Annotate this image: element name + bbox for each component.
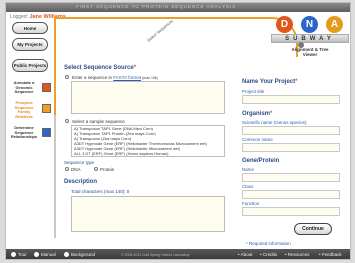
- logo-letter-n: N: [301, 16, 318, 33]
- enter-sequence-radio[interactable]: [65, 75, 69, 79]
- resources-link[interactable]: • Resources: [285, 252, 309, 257]
- common-name-label: Common name: [242, 137, 273, 142]
- track-line-vertical: [54, 17, 56, 117]
- about-link[interactable]: • About: [238, 252, 252, 257]
- sample-sequence-label: Select a sample sequence: [72, 118, 125, 124]
- class-input[interactable]: [242, 190, 340, 199]
- home-button[interactable]: Home: [12, 22, 48, 34]
- list-item[interactable]: ALL 3 DT (ERF) Gene (ERF) (Homo sapiens …: [72, 151, 224, 156]
- step-prospect[interactable]: Prospect Sequence Family Relatives: [9, 100, 39, 119]
- copyright-text: © 2003-2011 Cold Spring Harbor Laborator…: [121, 252, 190, 257]
- sequence-textarea[interactable]: [71, 81, 225, 114]
- sample-sequence-radio[interactable]: [65, 119, 69, 123]
- function-input[interactable]: [242, 207, 340, 216]
- tour-icon[interactable]: [11, 252, 16, 257]
- protein-radio[interactable]: [94, 167, 98, 171]
- feedback-link[interactable]: • Feedback: [319, 252, 342, 257]
- tour-link[interactable]: Tour: [18, 252, 27, 257]
- logo-subway: SUBWAY: [271, 34, 349, 43]
- fasta-format-link[interactable]: FASTA format: [113, 75, 141, 80]
- total-characters: Total characters (max 140): 0: [71, 189, 130, 194]
- app-frame: FIRST SEQUENCE TO PROTEIN SEQUENCE ANALY…: [5, 2, 351, 260]
- sequence-type-label: Sequence type: [64, 160, 95, 165]
- continue-button[interactable]: Continue: [294, 223, 332, 235]
- source-title: Select Sequence Source*: [64, 65, 137, 71]
- manual-icon[interactable]: [34, 252, 39, 257]
- project-title-input[interactable]: [242, 95, 340, 104]
- annotate-icon[interactable]: [42, 83, 51, 92]
- project-title-label: Project title: [242, 89, 265, 94]
- determine-icon[interactable]: [42, 128, 51, 137]
- logo-letter-d: D: [276, 16, 293, 33]
- logo-letter-a: A: [326, 16, 343, 33]
- my-projects-button[interactable]: My Projects: [12, 38, 48, 51]
- enter-sequence-label: Enter a sequence in FASTA format (max 10…: [72, 74, 158, 80]
- scientific-name-input[interactable]: [242, 126, 340, 135]
- background-icon[interactable]: [64, 252, 69, 257]
- project-name-title: Name Your Project*: [242, 79, 298, 85]
- user-prefix: Logged:: [10, 14, 29, 20]
- dna-radio[interactable]: [65, 167, 69, 171]
- organism-title: Organism*: [242, 111, 273, 117]
- dna-subway-logo[interactable]: D N A SUBWAY: [271, 16, 349, 44]
- alignment-tree-viewer-label[interactable]: Alignment & Tree Viewer: [290, 47, 330, 57]
- class-label: Class: [242, 184, 254, 189]
- gene-protein-title: Gene/Protein: [242, 158, 280, 164]
- public-projects-button[interactable]: Public Projects: [12, 59, 48, 72]
- credits-link[interactable]: • Credits: [260, 252, 277, 257]
- sample-sequence-list[interactable]: A) Transposon TAP1 Gene (DNA Mexi Corn) …: [71, 125, 225, 157]
- function-label: Function: [242, 201, 260, 206]
- scientific-name-label: Scientific name (Genus species): [242, 120, 307, 125]
- step-determine[interactable]: Determine Sequence Relationships: [9, 125, 39, 140]
- description-textarea[interactable]: [71, 196, 225, 232]
- description-title: Description: [64, 179, 98, 185]
- step-annotate[interactable]: Annotate a Genomic Sequence: [9, 80, 39, 95]
- gene-name-label: Name: [242, 167, 255, 172]
- app-title: FIRST SEQUENCE TO PROTEIN SEQUENCE ANALY…: [76, 4, 237, 9]
- track-line: [54, 17, 269, 19]
- top-bar: FIRST SEQUENCE TO PROTEIN SEQUENCE ANALY…: [6, 3, 350, 12]
- gene-name-input[interactable]: [242, 173, 340, 182]
- manual-link[interactable]: Manual: [41, 252, 56, 257]
- common-name-input[interactable]: [242, 143, 340, 152]
- dna-label: DNA: [71, 166, 81, 172]
- background-link[interactable]: Background: [71, 252, 95, 257]
- required-note: * Required information: [246, 241, 291, 246]
- station-label: Select Sequences: [146, 18, 174, 43]
- protein-label: Protein: [100, 166, 115, 172]
- bottom-bar: Tour Manual Background © 2003-2011 Cold …: [6, 249, 350, 259]
- track-line-gray: [54, 115, 56, 238]
- prospect-icon[interactable]: [42, 104, 51, 113]
